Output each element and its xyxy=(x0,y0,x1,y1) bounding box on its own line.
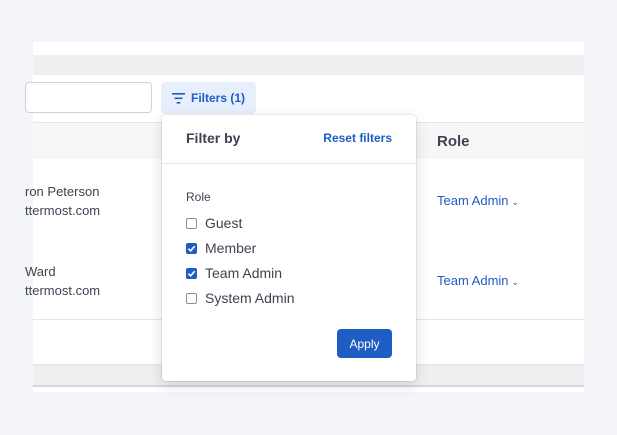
filter-dropdown-header: Filter by Reset filters xyxy=(162,115,416,164)
filter-option-label: Guest xyxy=(205,215,243,231)
column-header-role: Role xyxy=(437,133,470,150)
filter-option-label: Member xyxy=(205,240,257,256)
member-checkbox[interactable] xyxy=(186,242,197,254)
filter-dropdown-title: Filter by xyxy=(186,130,241,146)
filter-option-guest[interactable]: Guest xyxy=(186,215,242,231)
role-selector[interactable]: Team Admin ⌄ xyxy=(437,193,519,208)
filters-button-label: Filters (1) xyxy=(190,91,245,105)
filter-option-team-admin[interactable]: Team Admin xyxy=(186,265,282,281)
panel-top-strip xyxy=(33,55,584,75)
filter-option-member[interactable]: Member xyxy=(186,240,256,256)
role-selector[interactable]: Team Admin ⌄ xyxy=(437,273,519,288)
search-input[interactable] xyxy=(25,82,152,113)
system-admin-checkbox[interactable] xyxy=(186,292,197,304)
role-selector-label: Team Admin xyxy=(437,273,509,288)
chevron-down-icon: ⌄ xyxy=(511,277,520,287)
role-section-label: Role xyxy=(186,190,211,204)
user-email: ttermost.com xyxy=(25,203,101,218)
filters-button[interactable]: Filters (1) xyxy=(161,82,256,114)
filter-option-label: Team Admin xyxy=(205,265,283,281)
chevron-down-icon: ⌄ xyxy=(511,197,520,207)
filter-option-label: System Admin xyxy=(205,290,295,306)
filter-dropdown: Filter by Reset filters Role Guest Membe… xyxy=(162,115,416,381)
guest-checkbox[interactable] xyxy=(186,217,197,229)
reset-filters-link[interactable]: Reset filters xyxy=(323,131,392,145)
user-name: ron Peterson xyxy=(25,184,100,199)
checkmark-icon xyxy=(187,245,196,252)
team-admin-checkbox[interactable] xyxy=(186,267,197,279)
checkmark-icon xyxy=(187,270,196,277)
user-name: Ward xyxy=(25,264,56,279)
filter-lines-icon xyxy=(171,92,185,104)
filter-option-system-admin[interactable]: System Admin xyxy=(186,290,294,306)
user-email: ttermost.com xyxy=(25,283,101,298)
role-selector-label: Team Admin xyxy=(437,193,509,208)
apply-button[interactable]: Apply xyxy=(337,329,392,358)
